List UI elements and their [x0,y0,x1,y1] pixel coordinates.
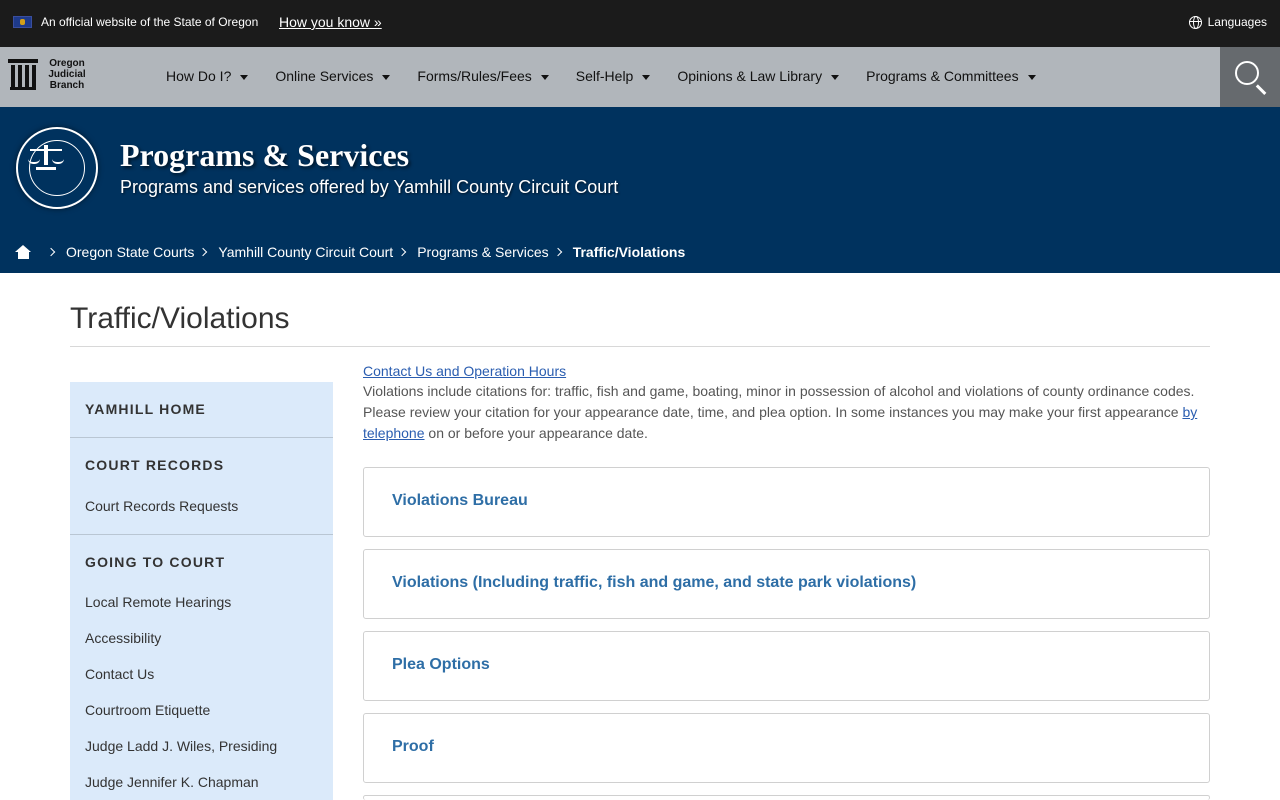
breadcrumb-programs-services[interactable]: Programs & Services [417,244,548,260]
globe-icon [1188,15,1202,29]
official-banner: An official website of the State of Oreg… [0,0,1280,47]
section-title: Programs & Services [120,137,410,173]
main-navigation: Oregon Judicial Branch How Do I? Online … [0,47,1280,107]
sidebar-heading-going-to-court: GOING TO COURT [85,554,226,570]
sidebar-item-yamhill-home[interactable]: YAMHILL HOME [85,401,206,417]
caret-down-icon [540,74,549,80]
accordion-proof[interactable]: Proof [363,713,1210,783]
caret-down-icon [831,74,840,80]
accordion-label: Proof [392,738,434,755]
sidebar-item-courtroom-etiquette[interactable]: Courtroom Etiquette [85,702,318,718]
accordion-label: Plea Options [392,656,490,673]
nav-menu: How Do I? Online Services Forms/Rules/Fe… [166,68,1063,84]
oregon-flag-icon [13,16,32,28]
page-header-banner: Programs & Services Programs and service… [0,107,1280,273]
sidebar-item-judge-chapman[interactable]: Judge Jennifer K. Chapman [85,774,318,790]
chevron-right-icon [553,247,562,257]
chevron-right-icon [199,247,208,257]
sidebar-item-judge-wiles[interactable]: Judge Ladd J. Wiles, Presiding [85,738,318,754]
accordion-violations-bureau[interactable]: Violations Bureau [363,467,1210,537]
caret-down-icon [240,74,249,80]
official-website-text: An official website of the State of Oreg… [41,15,259,29]
nav-item-forms-rules-fees[interactable]: Forms/Rules/Fees [417,68,549,84]
sidebar-heading-court-records: COURT RECORDS [85,457,225,473]
search-icon [1235,61,1259,85]
caret-down-icon [642,74,651,80]
sidebar-section-home: YAMHILL HOME [70,382,333,438]
nav-item-self-help[interactable]: Self-Help [576,68,651,84]
page-title: Traffic/Violations [70,302,290,335]
languages-button[interactable]: Languages [1188,15,1267,29]
languages-label: Languages [1207,15,1267,29]
violations-description: Violations include citations for: traffi… [363,383,1195,399]
title-divider [70,346,1210,347]
breadcrumb-yamhill-county-circuit-court[interactable]: Yamhill County Circuit Court [218,244,393,260]
search-button[interactable] [1220,47,1280,107]
home-icon[interactable] [15,245,32,259]
main-content: Contact Us and Operation Hours Violation… [363,363,1210,444]
section-subtitle: Programs and services offered by Yamhill… [120,177,619,197]
breadcrumb-current: Traffic/Violations [572,244,686,260]
nav-item-online-services[interactable]: Online Services [275,68,391,84]
accordion-violations[interactable]: Violations (Including traffic, fish and … [363,549,1210,619]
caret-down-icon [1027,74,1036,80]
chevron-right-icon [397,247,407,257]
chevron-right-icon [46,247,56,257]
ojb-logo-link[interactable]: Oregon Judicial Branch [8,57,90,91]
caret-down-icon [382,74,391,80]
nav-item-how-do-i[interactable]: How Do I? [166,68,249,84]
accordion-label: Violations (Including traffic, fish and … [392,574,917,591]
nav-item-opinions-law-library[interactable]: Opinions & Law Library [677,68,840,84]
breadcrumb: Oregon State Courts Yamhill County Circu… [15,244,685,260]
sidebar-item-contact-us[interactable]: Contact Us [85,666,318,682]
breadcrumb-oregon-state-courts[interactable]: Oregon State Courts [66,244,194,260]
accordion-label: Violations Bureau [392,492,528,509]
sidebar-item-court-records-requests[interactable]: Court Records Requests [85,498,318,514]
courthouse-column-icon [8,57,38,91]
appearance-instructions: Please review your citation for your app… [363,404,1198,441]
accordion-next-partial[interactable] [363,795,1210,800]
brand-name: Oregon Judicial Branch [48,57,86,91]
sidebar-item-local-remote-hearings[interactable]: Local Remote Hearings [85,594,318,610]
sidebar-item-accessibility[interactable]: Accessibility [85,630,318,646]
sidebar-section-going-to-court: GOING TO COURT Local Remote Hearings Acc… [70,535,333,790]
contact-us-operation-hours-link[interactable]: Contact Us and Operation Hours [363,363,566,379]
sidebar-section-court-records: COURT RECORDS Court Records Requests [70,438,333,535]
judicial-department-seal-icon [16,127,98,209]
accordion-plea-options[interactable]: Plea Options [363,631,1210,701]
sidebar-nav: YAMHILL HOME COURT RECORDS Court Records… [70,382,333,800]
how-you-know-link[interactable]: How you know » [279,14,382,30]
nav-item-programs-committees[interactable]: Programs & Committees [866,68,1036,84]
